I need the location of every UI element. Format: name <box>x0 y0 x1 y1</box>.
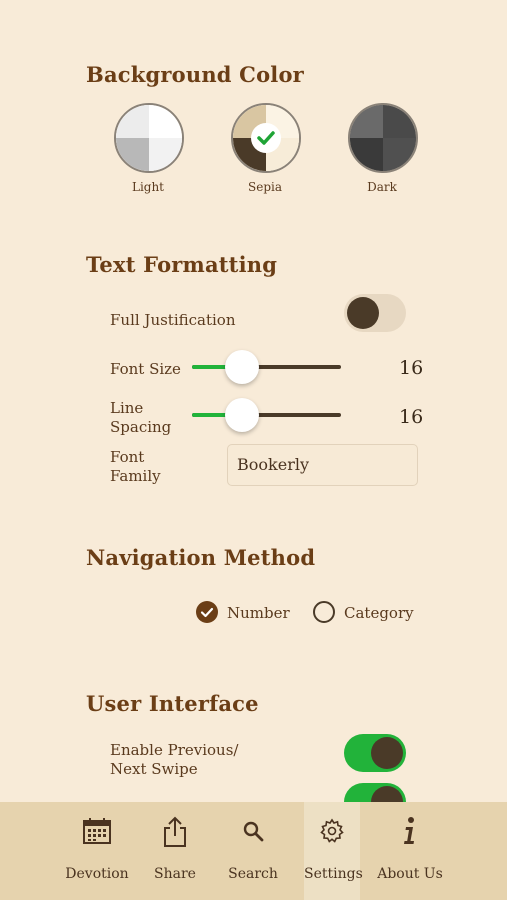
calendar-icon <box>82 816 112 850</box>
dark-swatch[interactable] <box>348 103 418 173</box>
line-spacing-value: 16 <box>399 406 424 428</box>
sepia-swatch-label: Sepia <box>248 180 282 194</box>
swipe-toggle[interactable] <box>344 734 406 772</box>
tab-label: Settings <box>304 866 363 882</box>
dark-swatch-label: Dark <box>367 180 397 194</box>
toggle-knob <box>371 737 403 769</box>
slider-thumb[interactable] <box>225 350 259 384</box>
tab-share[interactable]: Share <box>145 802 205 900</box>
line-spacing-slider[interactable] <box>192 398 341 432</box>
slider-thumb[interactable] <box>225 398 259 432</box>
gear-icon <box>319 818 345 848</box>
line-spacing-label: Line Spacing <box>110 399 172 436</box>
tab-label: Devotion <box>65 866 129 882</box>
tab-label: Search <box>228 866 278 882</box>
light-swatch-label: Light <box>131 180 165 194</box>
tab-about-us[interactable]: About Us <box>376 802 444 900</box>
swipe-label: Enable Previous/ Next Swipe <box>110 741 239 778</box>
light-swatch[interactable] <box>114 103 184 173</box>
category-radio-label[interactable]: Category <box>344 604 414 623</box>
font-family-label: Font Family <box>110 448 161 485</box>
font-size-value: 16 <box>399 357 424 379</box>
number-radio-label[interactable]: Number <box>227 604 290 623</box>
tab-settings[interactable]: Settings <box>304 802 363 900</box>
text-formatting-title: Text Formatting <box>86 252 278 277</box>
toggle-knob <box>347 297 379 329</box>
tab-label: Share <box>154 866 196 882</box>
navigation-method-title: Navigation Method <box>86 545 316 570</box>
search-icon <box>242 820 264 846</box>
number-radio[interactable] <box>196 601 218 623</box>
share-icon <box>161 816 189 852</box>
full-justification-label: Full Justification <box>110 311 236 329</box>
check-icon <box>251 123 281 153</box>
info-icon <box>402 816 418 850</box>
font-family-field[interactable]: Bookerly <box>227 444 418 486</box>
tab-label: About Us <box>377 866 443 882</box>
font-size-slider[interactable] <box>192 350 341 384</box>
font-size-label: Font Size <box>110 360 181 378</box>
user-interface-title: User Interface <box>86 691 259 716</box>
category-radio[interactable] <box>313 601 335 623</box>
full-justification-toggle[interactable] <box>344 294 406 332</box>
tab-devotion[interactable]: Devotion <box>58 802 136 900</box>
tab-bar: Devotion Share Search Settings About Us <box>0 802 507 900</box>
background-color-title: Background Color <box>86 62 304 87</box>
tab-search[interactable]: Search <box>222 802 284 900</box>
